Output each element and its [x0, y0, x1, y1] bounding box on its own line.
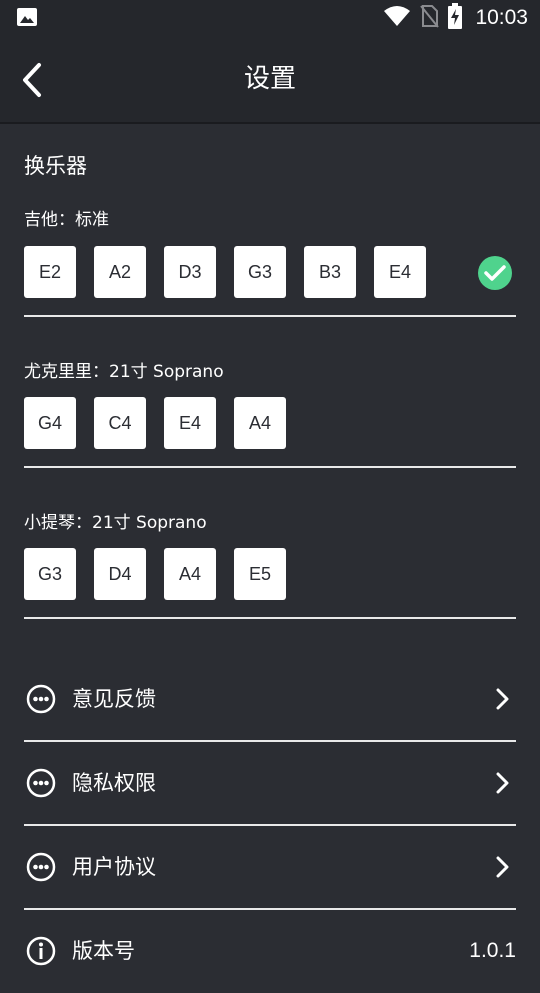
divider [24, 617, 516, 619]
more-circle-icon [26, 768, 56, 798]
chevron-right-icon [494, 771, 510, 795]
chevron-left-icon [23, 63, 41, 97]
note-chip[interactable]: E4 [374, 246, 426, 298]
no-sim-icon [419, 4, 440, 32]
chevron-right-icon [494, 855, 510, 879]
status-time: 10:03 [475, 6, 528, 29]
note-chip[interactable]: A2 [94, 246, 146, 298]
battery-charging-icon [447, 3, 463, 33]
page-title: 设置 [243, 64, 296, 94]
image-icon [16, 7, 38, 27]
status-bar: 10:03 [0, 0, 540, 36]
menu-label: 意见反馈 [72, 687, 156, 711]
back-button[interactable] [12, 58, 52, 102]
note-chip[interactable]: B3 [304, 246, 356, 298]
selected-check-icon [478, 256, 512, 290]
section-title-instruments: 换乐器 [24, 154, 87, 178]
note-chip[interactable]: G3 [24, 548, 76, 600]
note-chip[interactable]: A4 [234, 397, 286, 449]
note-chip[interactable]: C4 [94, 397, 146, 449]
app-bar: 设置 [0, 36, 540, 124]
instrument-label-violin[interactable]: 小提琴：21寸 Soprano [24, 508, 207, 533]
info-icon [26, 936, 56, 966]
menu-label: 用户协议 [72, 855, 156, 879]
version-label: 版本号 [72, 939, 135, 963]
more-circle-icon [26, 852, 56, 882]
note-chip[interactable]: E4 [164, 397, 216, 449]
note-chip[interactable]: D4 [94, 548, 146, 600]
menu-item-feedback[interactable]: 意见反馈 [24, 657, 516, 741]
menu-label: 隐私权限 [72, 771, 156, 795]
note-chip[interactable]: A4 [164, 548, 216, 600]
chevron-right-icon [494, 687, 510, 711]
version-value: 1.0.1 [469, 939, 516, 962]
more-circle-icon [26, 684, 56, 714]
note-chip[interactable]: E2 [24, 246, 76, 298]
divider [24, 315, 516, 317]
wifi-icon [383, 5, 411, 31]
menu-item-user-agreement[interactable]: 用户协议 [24, 825, 516, 909]
note-chip[interactable]: G4 [24, 397, 76, 449]
instrument-label-ukulele[interactable]: 尤克里里：21寸 Soprano [24, 357, 224, 382]
divider [24, 466, 516, 468]
note-chip[interactable]: G3 [234, 246, 286, 298]
note-chip[interactable]: D3 [164, 246, 216, 298]
menu-item-version: 版本号 1.0.1 [24, 909, 516, 993]
note-chip[interactable]: E5 [234, 548, 286, 600]
instrument-label-guitar[interactable]: 吉他：标准 [24, 205, 109, 230]
menu-item-privacy[interactable]: 隐私权限 [24, 741, 516, 825]
